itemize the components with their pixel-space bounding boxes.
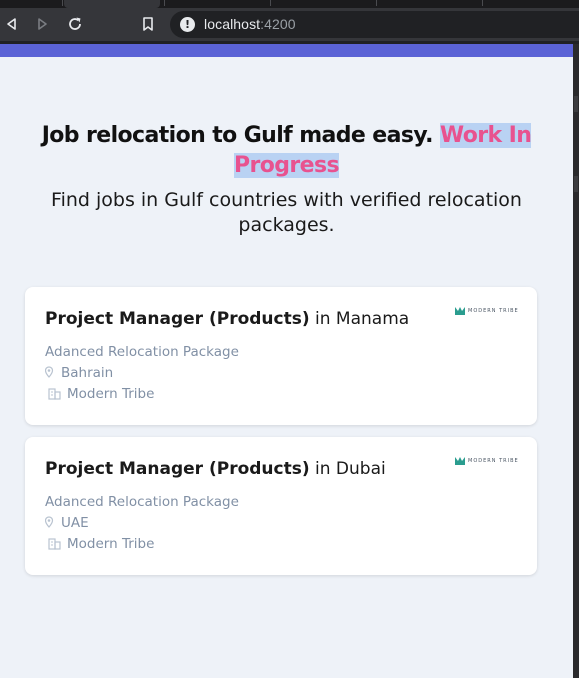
building-icon [48, 388, 61, 400]
company-label: Modern Tribe [67, 536, 155, 552]
page-content: Job relocation to Gulf made easy. Work I… [0, 57, 573, 678]
building-icon [48, 538, 61, 550]
address-bar[interactable]: ! localhost:4200 [170, 11, 579, 38]
job-company: Modern Tribe [45, 536, 154, 552]
hero-title: Job relocation to Gulf made easy. Work I… [20, 121, 553, 181]
tab-divider [62, 0, 63, 6]
modern-tribe-logo-icon [455, 457, 465, 465]
job-location: in Dubai [315, 459, 386, 479]
hero-subtitle: Find jobs in Gulf countries with verifie… [51, 189, 522, 236]
back-icon [7, 18, 16, 30]
edge-marker [574, 176, 578, 192]
tab-divider [376, 0, 377, 6]
company-logo: MODERN TRIBE [455, 306, 519, 315]
job-country: Bahrain [45, 365, 113, 381]
job-role: Project Manager (Products) [45, 459, 310, 479]
company-logo-text: MODERN TRIBE [468, 307, 519, 314]
url-host: localhost [204, 16, 261, 32]
bookmark-button[interactable] [136, 12, 160, 36]
site-info-icon[interactable]: ! [180, 17, 195, 32]
country-label: Bahrain [61, 365, 114, 381]
modern-tribe-logo-icon [455, 307, 465, 315]
edge-marker [574, 96, 578, 112]
active-tab[interactable] [64, 0, 160, 8]
reload-icon [69, 17, 81, 30]
forward-icon [38, 18, 47, 30]
company-logo: MODERN TRIBE [455, 456, 519, 465]
location-pin-icon [45, 366, 54, 378]
relocation-package: Adanced Relocation Package [45, 494, 239, 510]
job-title[interactable]: Project Manager (Products) in Dubai [45, 459, 386, 479]
job-country: UAE [45, 515, 89, 531]
back-button[interactable] [0, 12, 24, 36]
forward-button[interactable] [30, 12, 54, 36]
hero-title-main: Job relocation to Gulf made easy. [41, 123, 434, 148]
relocation-package: Adanced Relocation Package [45, 344, 239, 360]
company-label: Modern Tribe [67, 386, 155, 402]
company-logo-text: MODERN TRIBE [468, 457, 519, 464]
job-title[interactable]: Project Manager (Products) in Manama [45, 309, 409, 329]
browser-toolbar: ! localhost:4200 [0, 8, 579, 41]
location-pin-icon [45, 516, 54, 528]
country-label: UAE [61, 515, 89, 531]
tab-divider [270, 0, 271, 6]
job-card[interactable]: Project Manager (Products) in Dubai Adan… [25, 437, 537, 575]
tab-divider [164, 0, 165, 6]
tab-strip [0, 0, 579, 8]
toolbar-divider [0, 41, 579, 44]
reload-button[interactable] [63, 12, 87, 36]
job-location: in Manama [315, 309, 410, 329]
job-card[interactable]: Project Manager (Products) in Manama Ada… [25, 287, 537, 425]
window-edge [573, 44, 579, 678]
url-port: :4200 [260, 16, 296, 32]
job-company: Modern Tribe [45, 386, 154, 402]
url-text[interactable]: localhost:4200 [204, 16, 296, 32]
bookmark-icon [143, 17, 153, 31]
tab-divider [482, 0, 483, 6]
job-role: Project Manager (Products) [45, 309, 310, 329]
